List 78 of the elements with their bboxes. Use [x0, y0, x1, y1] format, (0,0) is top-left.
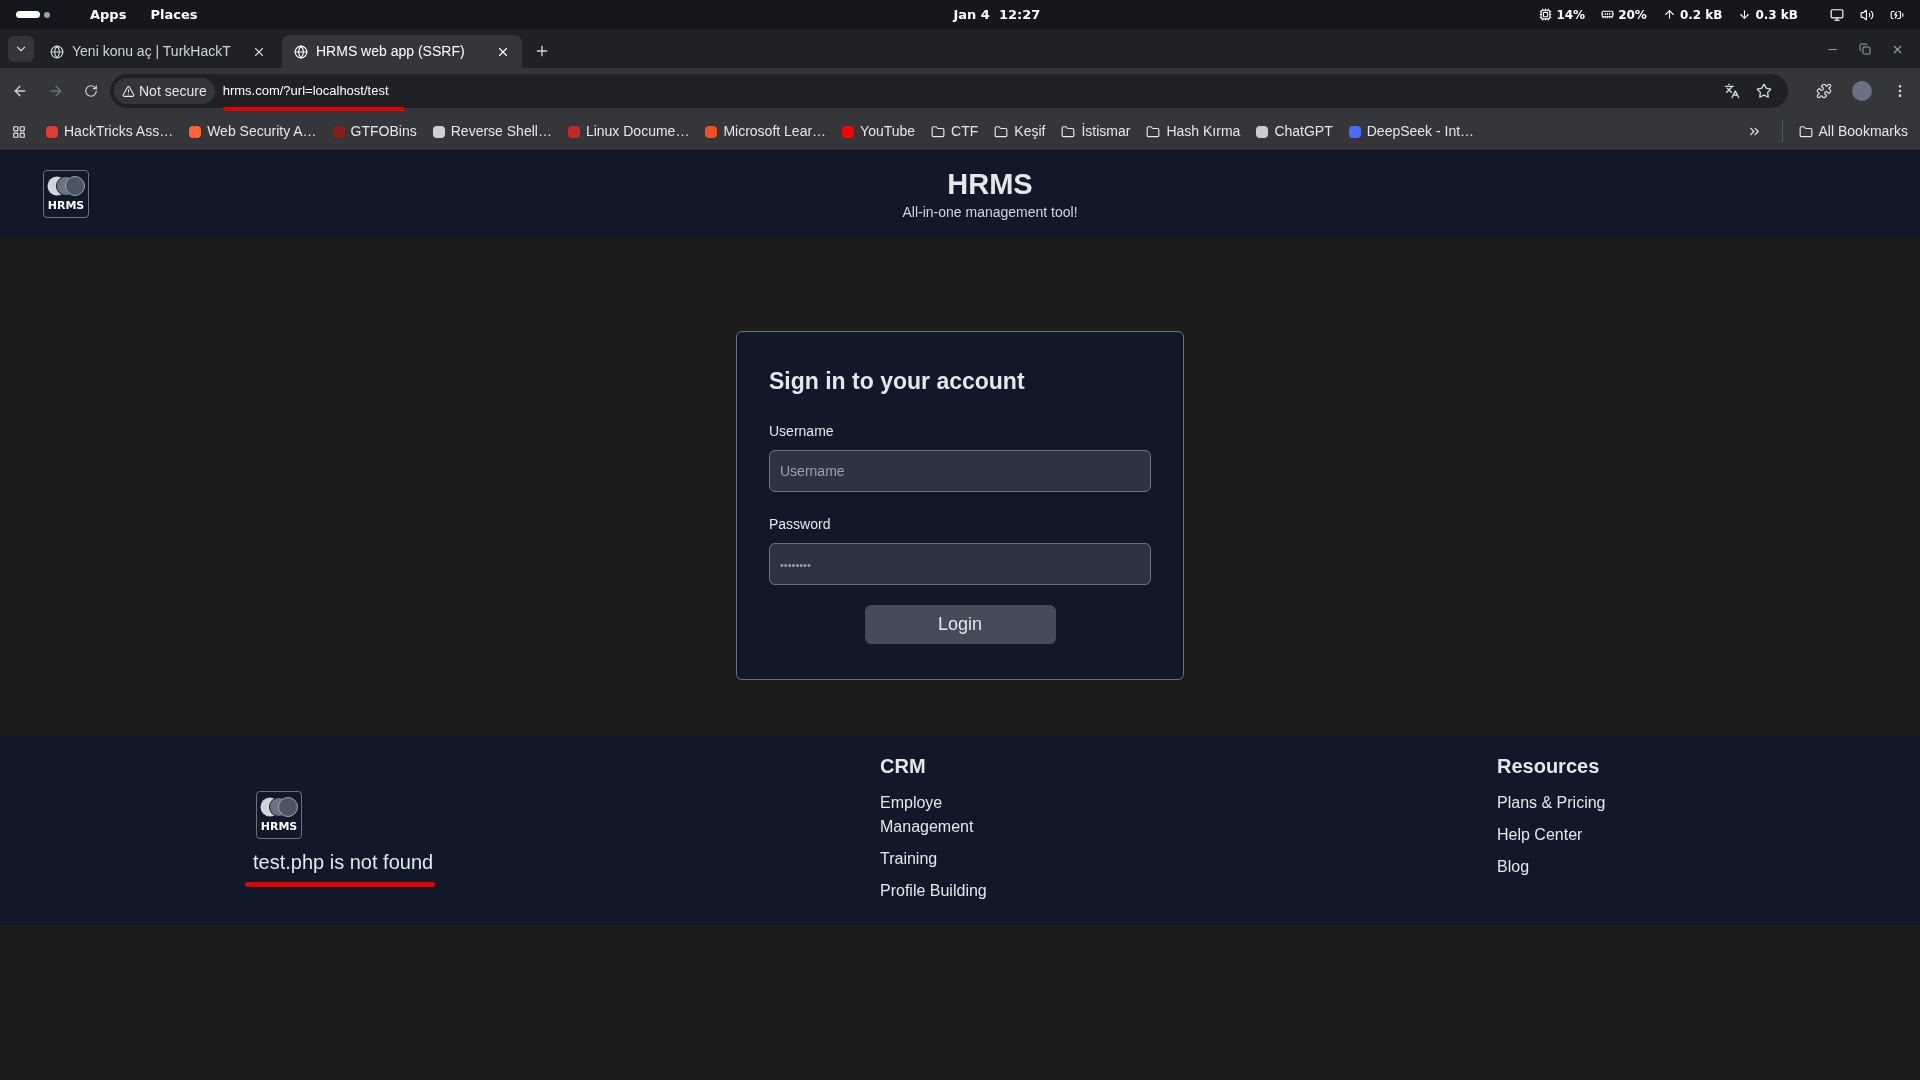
- folder-icon: [1798, 124, 1813, 139]
- footer-heading: CRM: [880, 754, 927, 779]
- bookmark-item[interactable]: CTF: [931, 121, 979, 142]
- indicator-value: 14%: [1556, 6, 1586, 24]
- indicator-value: 0.3 kB: [1755, 6, 1798, 24]
- bookmark-item[interactable]: Linux Docume…: [567, 121, 690, 142]
- bookmark-item[interactable]: Keşif: [994, 121, 1046, 142]
- bookmark-item[interactable]: HackTricks Ass…: [46, 121, 174, 142]
- system-menu[interactable]: Places: [150, 4, 198, 25]
- error-message: test.php is not found: [253, 847, 434, 877]
- folder-icon: [931, 124, 946, 139]
- footer-link[interactable]: Blog: [1497, 855, 1607, 879]
- workspace-indicator[interactable]: [16, 11, 40, 18]
- volume-icon[interactable]: [1860, 7, 1874, 22]
- site-title: HRMS: [947, 167, 1033, 202]
- extensions-icon[interactable]: [1816, 83, 1832, 99]
- tab-title: HRMS web app (SSRF): [316, 42, 466, 61]
- field-label: Username: [769, 421, 835, 441]
- display-icon[interactable]: [1830, 7, 1844, 22]
- login-button[interactable]: Login: [864, 604, 1056, 644]
- security-chip[interactable]: Not secure: [114, 78, 215, 104]
- forward-icon[interactable]: [48, 83, 64, 99]
- download-arrow-icon: [1738, 8, 1752, 21]
- login-title: Sign in to your account: [769, 367, 1026, 396]
- footer-link[interactable]: Plans & Pricing: [1497, 791, 1607, 815]
- input-field[interactable]: ••••••••: [769, 542, 1151, 585]
- logo-text: HRMS: [260, 820, 298, 834]
- back-icon[interactable]: [12, 83, 28, 99]
- bookmark-item[interactable]: YouTube: [842, 121, 916, 142]
- footer-link[interactable]: Profile Building: [880, 879, 990, 903]
- browser-tab[interactable]: Yeni konu aç | TurkHackT: [38, 35, 278, 68]
- address-bar[interactable]: Not secure hrms.com/?url=localhost/test: [110, 74, 1788, 108]
- close-icon[interactable]: [1891, 43, 1904, 56]
- system-menu[interactable]: Apps: [90, 4, 127, 25]
- upload-arrow-icon: [1662, 8, 1676, 21]
- circles-icon: [259, 796, 299, 819]
- tab-title: Yeni konu aç | TurkHackT: [72, 42, 232, 61]
- cpu-icon: [1539, 8, 1553, 21]
- bookmark-item[interactable]: Reverse Shell…: [432, 121, 552, 142]
- workspace-indicator[interactable]: [44, 11, 50, 18]
- restore-icon[interactable]: [1859, 43, 1871, 55]
- clock[interactable]: Jan 4 12:27: [953, 4, 1041, 25]
- footer-link[interactable]: Training: [880, 847, 990, 871]
- input-field[interactable]: Username: [769, 449, 1151, 492]
- folder-icon: [994, 124, 1009, 139]
- tab-search-button[interactable]: [8, 36, 34, 62]
- indicator-value: 0.2 kB: [1679, 6, 1723, 24]
- site-tagline: All-in-one management tool!: [902, 203, 1078, 223]
- apps-grid-icon[interactable]: [12, 124, 26, 139]
- tab-favicon-icon: [50, 44, 64, 59]
- footer-link[interactable]: Help Center: [1497, 823, 1607, 847]
- url-text: hrms.com/?url=localhost/test: [222, 81, 389, 101]
- bookmark-item[interactable]: DeepSeek - Int…: [1348, 121, 1475, 142]
- bookmark-item[interactable]: GTFOBins: [332, 121, 417, 142]
- bookmark-item[interactable]: ChatGPT: [1256, 121, 1333, 142]
- all-bookmarks-button[interactable]: All Bookmarks: [1781, 121, 1908, 142]
- bookmark-item[interactable]: İstismar: [1061, 121, 1131, 142]
- memory-icon: [1601, 8, 1615, 21]
- warning-icon: [122, 84, 135, 98]
- bookmark-item[interactable]: Web Security A…: [189, 121, 317, 142]
- reload-icon[interactable]: [84, 84, 98, 98]
- field-label: Password: [769, 514, 832, 534]
- footer-heading: Resources: [1497, 754, 1601, 779]
- circles-icon: [46, 175, 86, 198]
- indicator-value: 20%: [1618, 6, 1647, 24]
- security-label: Not secure: [139, 81, 207, 101]
- folder-icon: [1061, 124, 1076, 139]
- bookmark-item[interactable]: Microsoft Lear…: [705, 121, 827, 142]
- tab-favicon-icon: [294, 44, 308, 59]
- profile-avatar[interactable]: [1852, 81, 1872, 101]
- new-tab-icon[interactable]: [534, 43, 550, 59]
- folder-icon: [1146, 124, 1161, 139]
- translate-icon[interactable]: [1724, 83, 1740, 99]
- bookmark-item[interactable]: Hash Kırma: [1146, 121, 1241, 142]
- bookmark-star-icon[interactable]: [1756, 83, 1772, 99]
- browser-tab[interactable]: HRMS web app (SSRF): [282, 35, 522, 68]
- logo-text: HRMS: [47, 199, 85, 213]
- footer-link[interactable]: Employe Management: [880, 791, 990, 839]
